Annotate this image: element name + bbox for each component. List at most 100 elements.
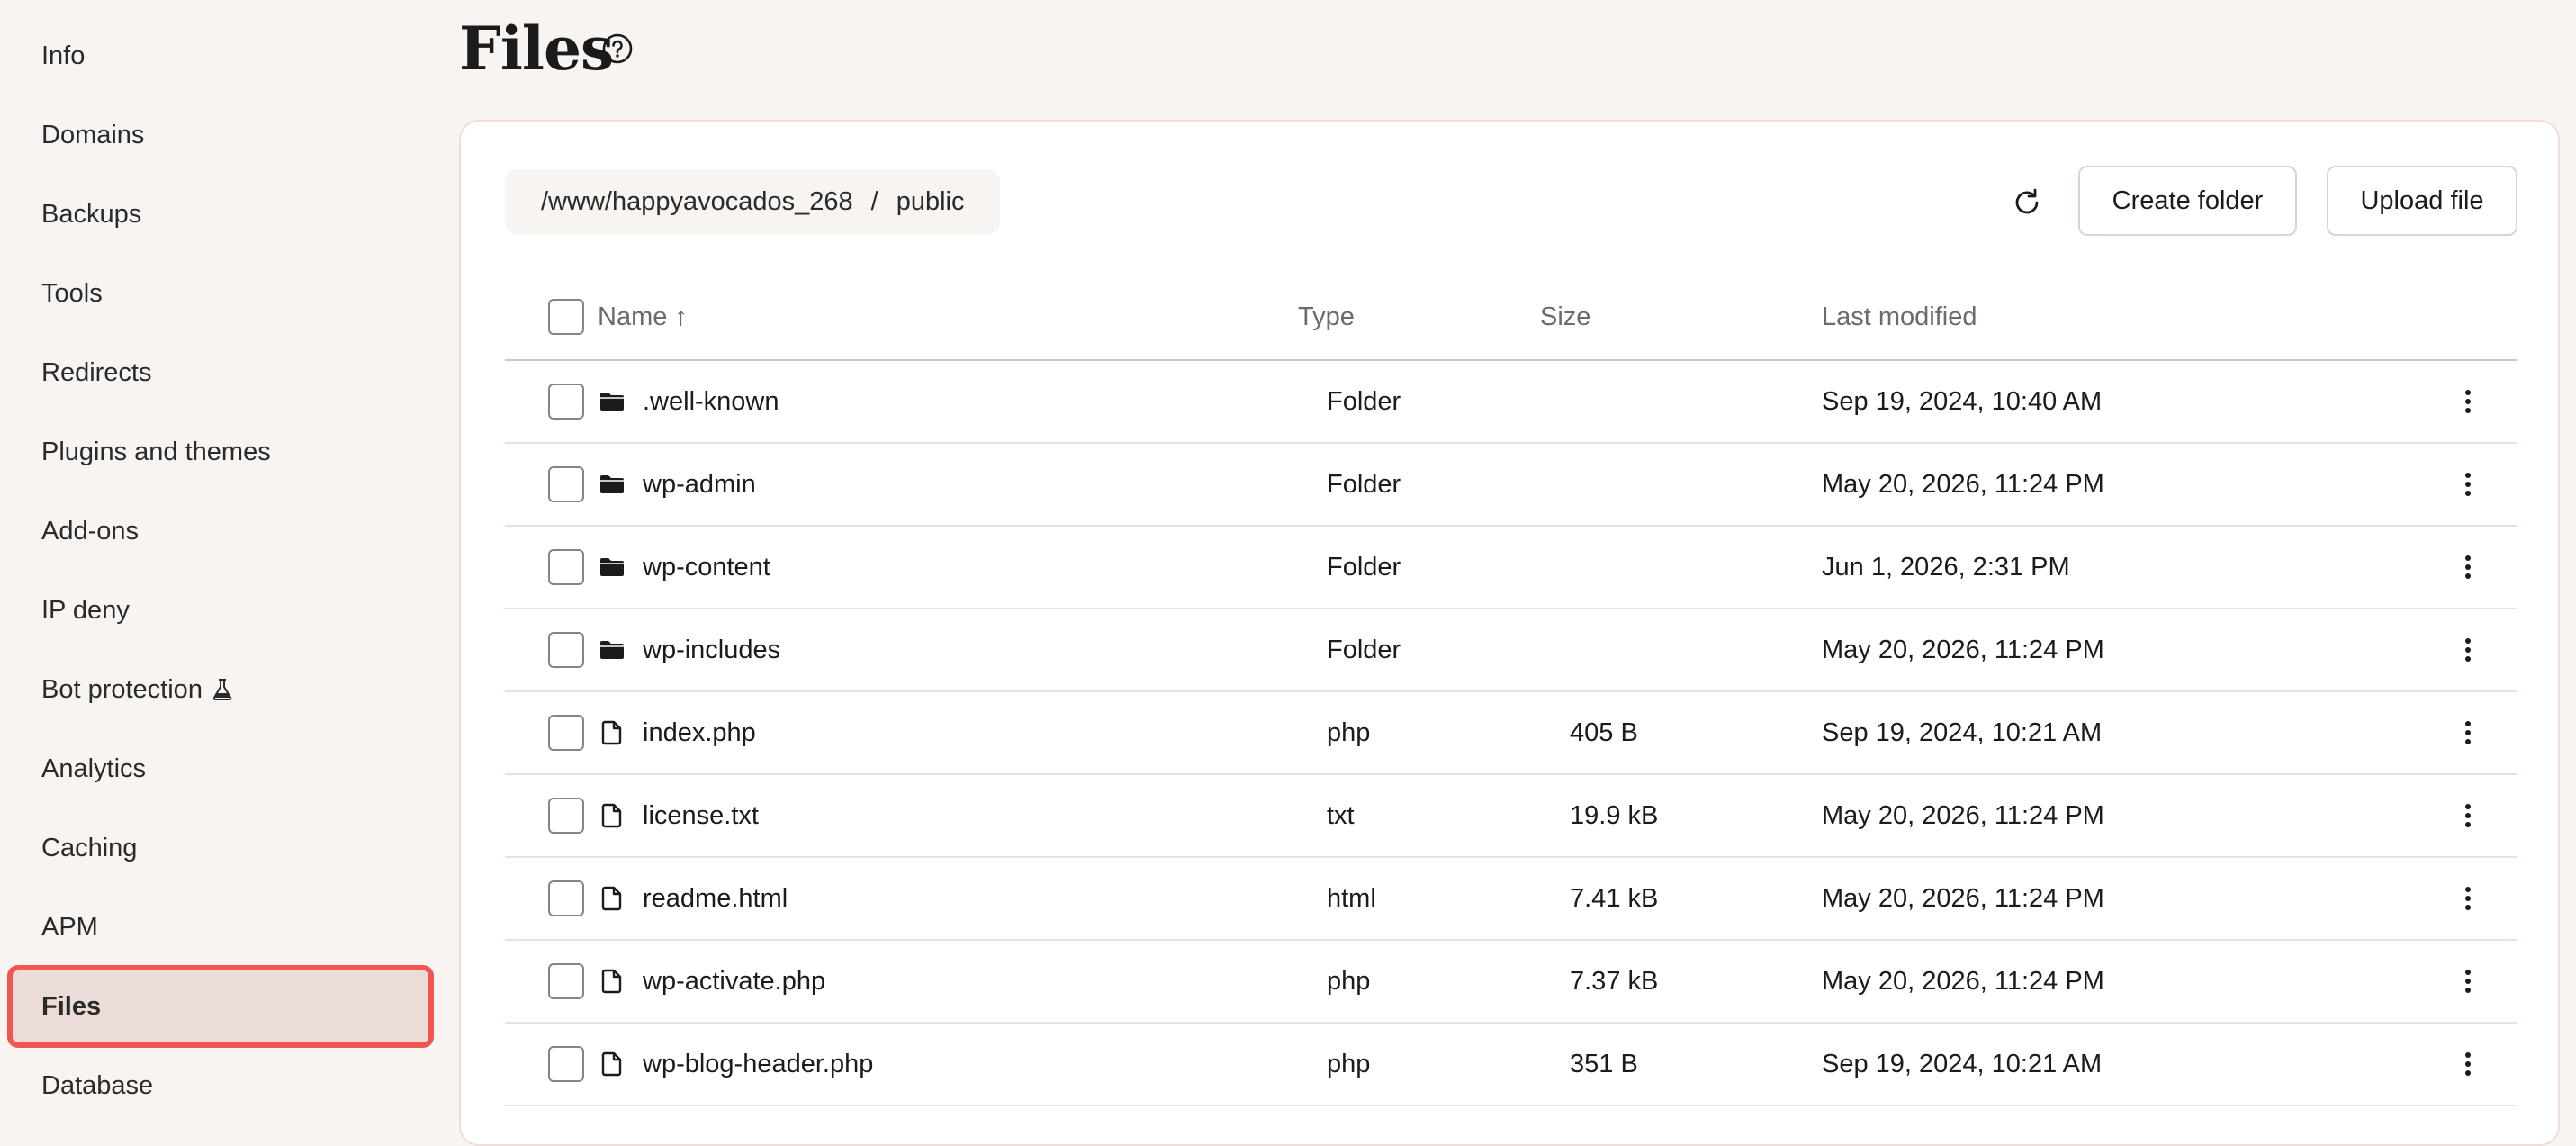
- file-type: Folder: [1327, 386, 1401, 416]
- row-actions-button[interactable]: [2452, 551, 2484, 583]
- help-circle-icon[interactable]: [601, 32, 634, 65]
- file-name[interactable]: index.php: [643, 692, 756, 773]
- file-name[interactable]: wp-includes: [643, 609, 780, 690]
- row-checkbox[interactable]: [548, 466, 584, 502]
- breadcrumb-path[interactable]: /www/happyavocados_268: [541, 187, 853, 217]
- table-header: Name ↑ Type Size Last modified: [505, 275, 2517, 361]
- row-checkbox[interactable]: [548, 798, 584, 834]
- table-row[interactable]: wp-admin Folder May 20, 2026, 11:24 PM: [505, 444, 2517, 527]
- files-table: Name ↑ Type Size Last modified .well-kno…: [505, 275, 2517, 1106]
- row-actions-button[interactable]: [2452, 385, 2484, 418]
- row-checkbox[interactable]: [548, 384, 584, 420]
- row-actions-button[interactable]: [2452, 799, 2484, 832]
- row-actions-button[interactable]: [2452, 634, 2484, 666]
- sidebar-item-analytics[interactable]: Analytics: [13, 733, 428, 805]
- table-row[interactable]: index.php php 405 B Sep 19, 2024, 10:21 AM: [505, 692, 2517, 775]
- row-actions-button[interactable]: [2452, 965, 2484, 997]
- sidebar-item-bot-protection[interactable]: Bot protection: [13, 654, 428, 726]
- file-last-modified: May 20, 2026, 11:24 PM: [1822, 635, 2104, 664]
- folder-icon: [600, 393, 624, 411]
- file-name[interactable]: .well-known: [643, 361, 779, 442]
- column-header-type[interactable]: Type: [1298, 275, 1355, 359]
- table-row[interactable]: wp-content Folder Jun 1, 2026, 2:31 PM: [505, 527, 2517, 609]
- file-last-modified: Sep 19, 2024, 10:40 AM: [1822, 386, 2103, 416]
- sidebar-item-label: Redirects: [41, 357, 152, 387]
- sidebar-item-backups[interactable]: Backups: [13, 178, 428, 250]
- file-last-modified: May 20, 2026, 11:24 PM: [1822, 883, 2104, 913]
- file-name[interactable]: readme.html: [643, 858, 788, 939]
- row-checkbox[interactable]: [548, 715, 584, 751]
- sidebar-item-tools[interactable]: Tools: [13, 257, 428, 329]
- row-actions-button[interactable]: [2452, 717, 2484, 749]
- file-name[interactable]: license.txt: [643, 775, 759, 856]
- sidebar-item-files[interactable]: Files: [7, 965, 434, 1048]
- file-name[interactable]: wp-activate.php: [643, 941, 825, 1022]
- row-checkbox[interactable]: [548, 549, 584, 585]
- sidebar-item-domains[interactable]: Domains: [13, 99, 428, 171]
- row-actions-button[interactable]: [2452, 882, 2484, 915]
- file-last-modified: Sep 19, 2024, 10:21 AM: [1822, 1049, 2103, 1078]
- more-vertical-icon: [2465, 390, 2471, 413]
- table-row[interactable]: .well-known Folder Sep 19, 2024, 10:40 AM: [505, 361, 2517, 444]
- breadcrumb-current[interactable]: public: [896, 187, 965, 217]
- folder-icon: [600, 641, 624, 659]
- table-row[interactable]: wp-activate.php php 7.37 kB May 20, 2026, 1…: [505, 941, 2517, 1024]
- file-type: php: [1327, 966, 1371, 996]
- file-name[interactable]: wp-content: [643, 527, 770, 608]
- file-last-modified: May 20, 2026, 11:24 PM: [1822, 469, 2104, 499]
- column-header-name[interactable]: Name ↑: [598, 275, 688, 359]
- more-vertical-icon: [2465, 638, 2471, 662]
- sidebar-item-database[interactable]: Database: [13, 1050, 428, 1122]
- folder-icon: [600, 475, 624, 493]
- table-body: .well-known Folder Sep 19, 2024, 10:40 AM w…: [505, 361, 2517, 1106]
- refresh-button[interactable]: [2005, 181, 2049, 224]
- file-name[interactable]: wp-admin: [643, 444, 756, 525]
- table-row[interactable]: wp-includes Folder May 20, 2026, 11:24 PM: [505, 609, 2517, 692]
- more-vertical-icon: [2465, 804, 2471, 827]
- table-row[interactable]: license.txt txt 19.9 kB May 20, 2026, 11:24…: [505, 775, 2517, 858]
- sidebar-item-label: Backups: [41, 199, 142, 229]
- table-row[interactable]: readme.html html 7.41 kB May 20, 2026, 11:2…: [505, 858, 2517, 941]
- row-actions-button[interactable]: [2452, 468, 2484, 501]
- row-checkbox[interactable]: [548, 1046, 584, 1082]
- flask-icon: [212, 679, 232, 700]
- file-type: php: [1327, 1049, 1371, 1078]
- row-checkbox[interactable]: [548, 632, 584, 668]
- sidebar-item-ip-deny[interactable]: IP deny: [13, 574, 428, 646]
- more-vertical-icon: [2465, 555, 2471, 579]
- sidebar-item-label: Database: [41, 1070, 154, 1100]
- file-icon: [601, 969, 622, 994]
- sidebar-item-info[interactable]: Info: [13, 20, 428, 92]
- more-vertical-icon: [2465, 473, 2471, 496]
- sidebar-item-label: Files: [41, 991, 102, 1021]
- file-last-modified: May 20, 2026, 11:24 PM: [1822, 800, 2104, 830]
- row-checkbox[interactable]: [548, 880, 584, 916]
- select-all-checkbox[interactable]: [548, 299, 584, 335]
- file-icon: [601, 803, 622, 828]
- sidebar-item-plugins-and-themes[interactable]: Plugins and themes: [13, 416, 428, 488]
- sidebar-item-label: Bot protection: [41, 674, 203, 704]
- file-name[interactable]: wp-blog-header.php: [643, 1024, 873, 1105]
- sidebar-item-apm[interactable]: APM: [13, 891, 428, 963]
- row-actions-button[interactable]: [2452, 1048, 2484, 1080]
- breadcrumb-separator: /: [870, 186, 878, 216]
- sidebar-item-redirects[interactable]: Redirects: [13, 337, 428, 409]
- column-header-size[interactable]: Size: [1540, 275, 1590, 359]
- sidebar-item-label: Analytics: [41, 753, 147, 783]
- file-size: 405 B: [1570, 717, 1638, 747]
- file-type: php: [1327, 717, 1371, 747]
- file-size: 7.37 kB: [1570, 966, 1659, 996]
- table-row[interactable]: wp-blog-header.php php 351 B Sep 19, 2024, …: [505, 1024, 2517, 1106]
- sidebar-item-caching[interactable]: Caching: [13, 812, 428, 884]
- sidebar-item-label: APM: [41, 912, 98, 942]
- sidebar-item-add-ons[interactable]: Add-ons: [13, 495, 428, 567]
- file-type: Folder: [1327, 552, 1401, 582]
- file-size: 19.9 kB: [1570, 800, 1659, 830]
- file-last-modified: May 20, 2026, 11:24 PM: [1822, 966, 2104, 996]
- create-folder-button[interactable]: Create folder: [2078, 166, 2297, 236]
- column-header-last-modified[interactable]: Last modified: [1822, 275, 1977, 359]
- sidebar-item-label: Add-ons: [41, 516, 140, 546]
- row-checkbox[interactable]: [548, 963, 584, 999]
- file-size: 7.41 kB: [1570, 883, 1659, 913]
- upload-file-button[interactable]: Upload file: [2327, 166, 2517, 236]
